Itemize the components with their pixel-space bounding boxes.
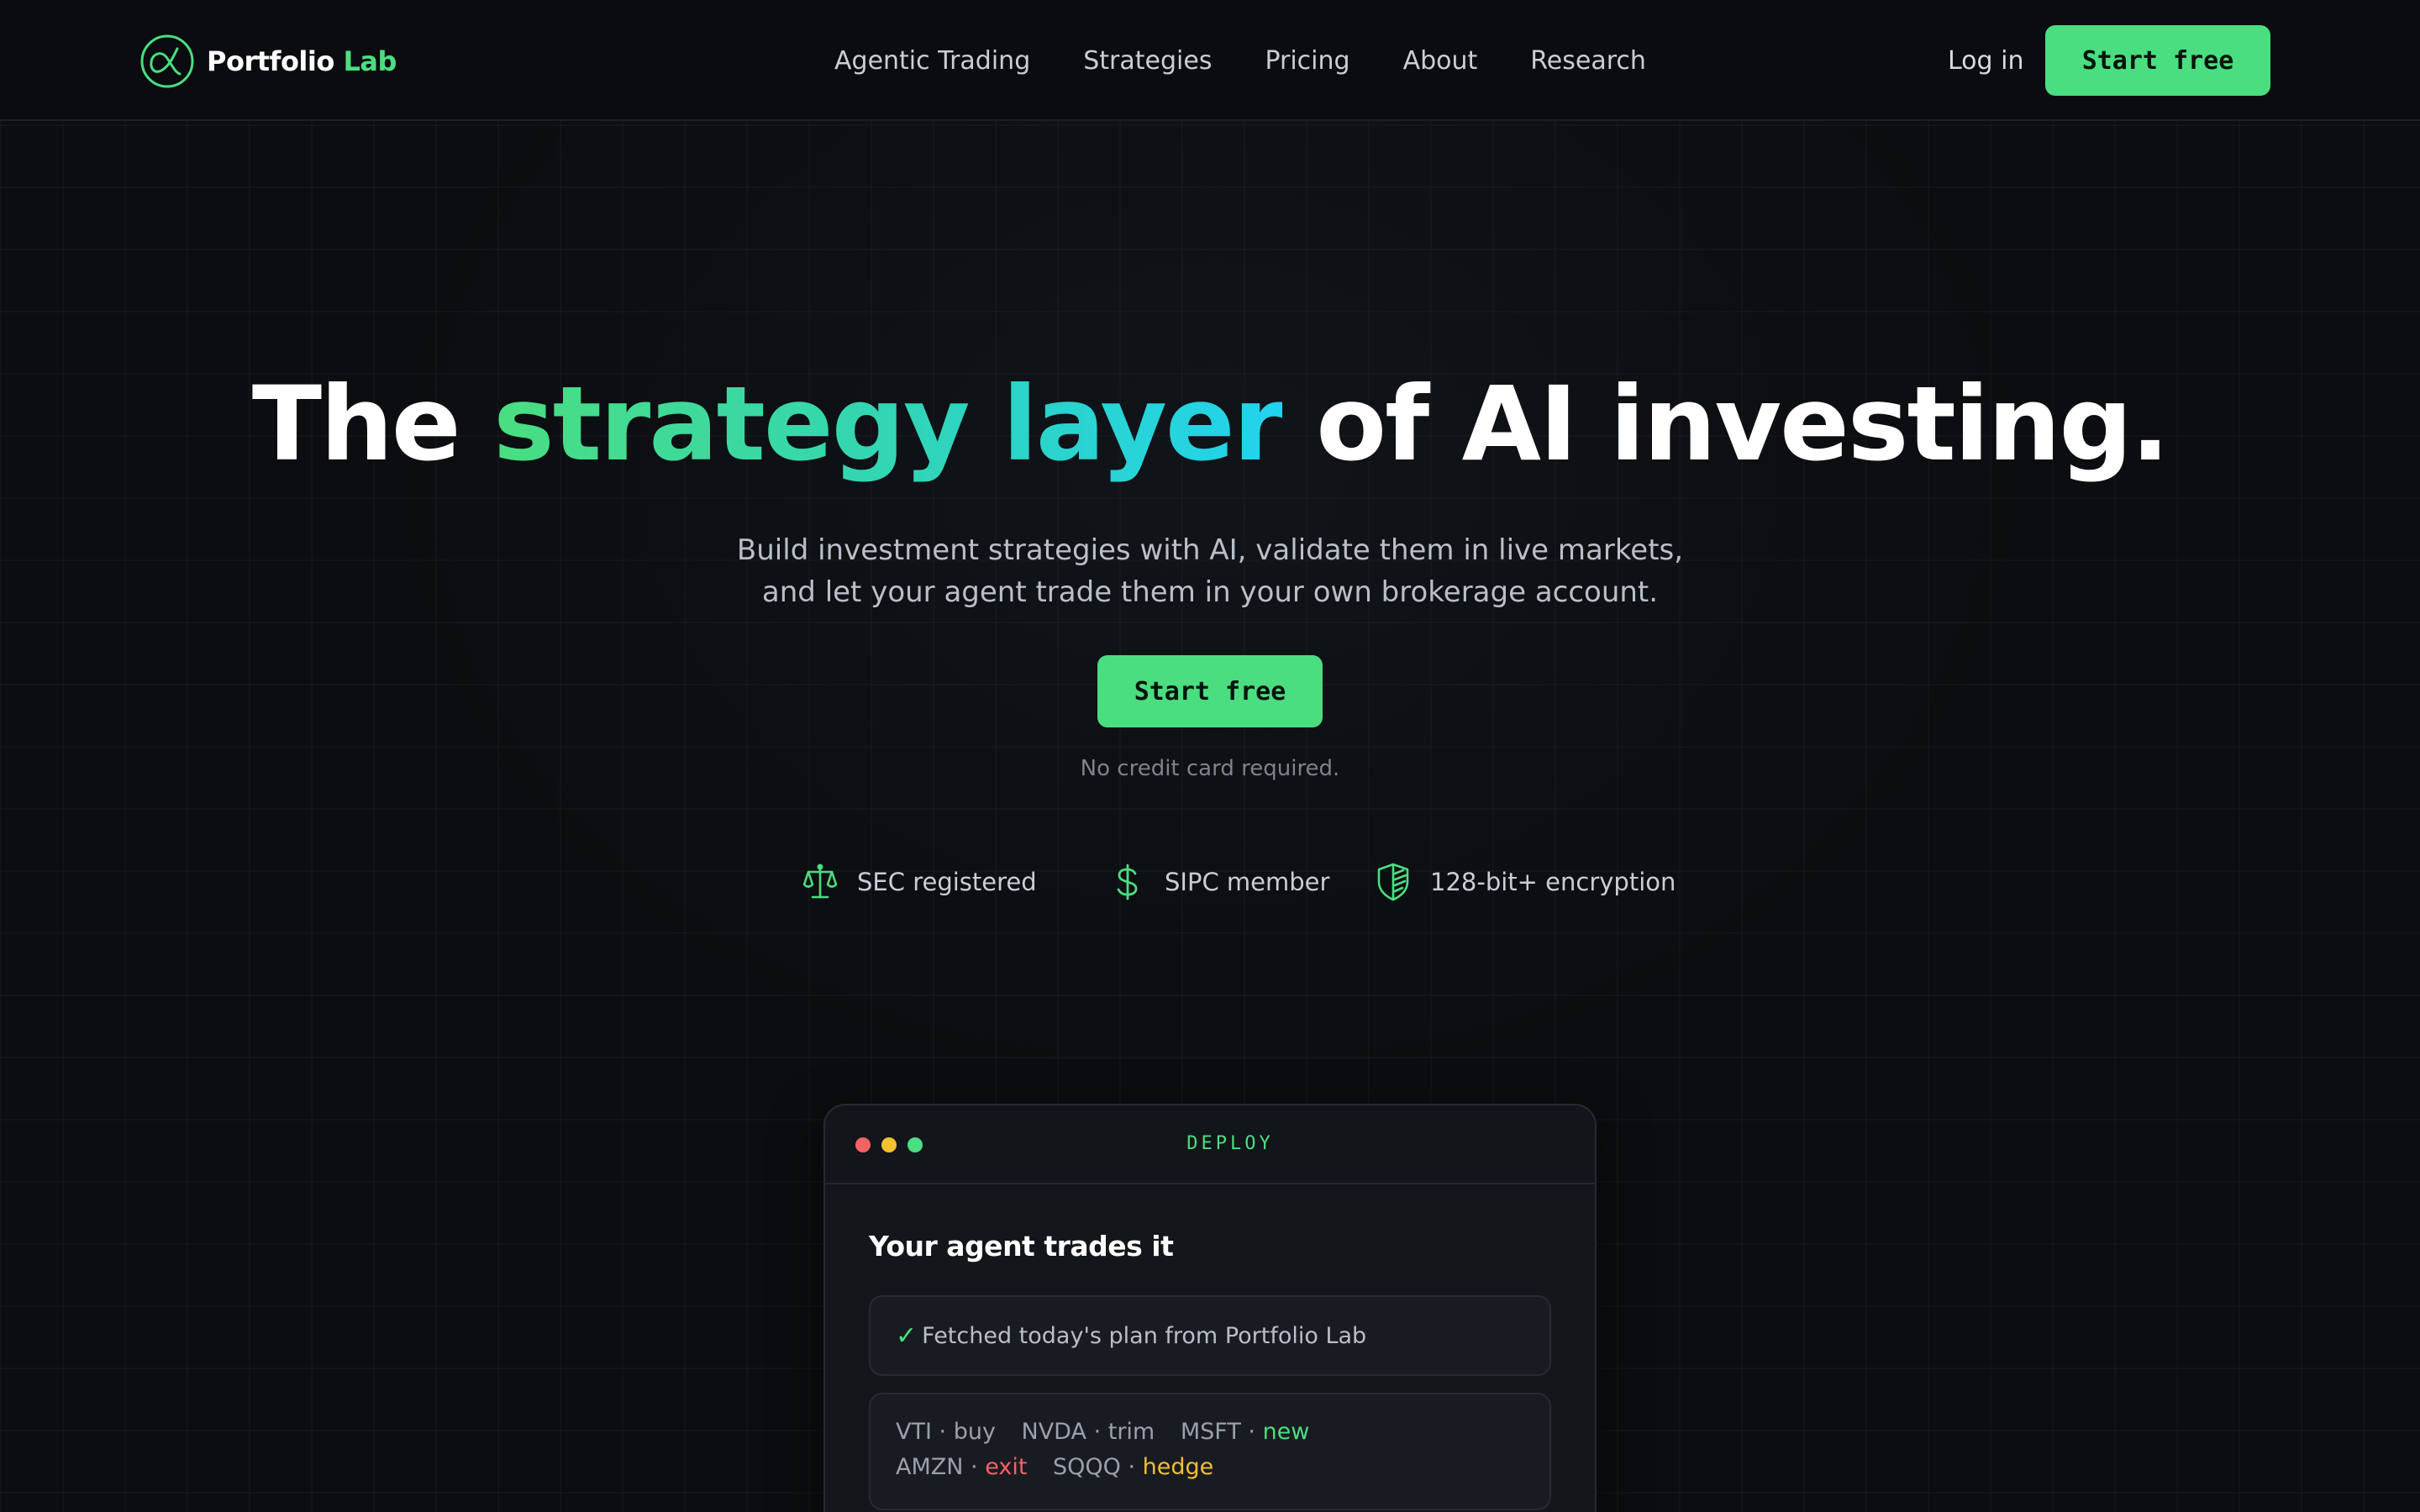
trust-badges: SEC registered SIPC member 128-bit+ encr… (0, 857, 2420, 907)
brand-name: Portfolio Lab (207, 45, 397, 77)
badge-encryption: 128-bit+ encryption (1375, 857, 1676, 907)
status-text: Fetched today's plan from Portfolio Lab (922, 1322, 1367, 1349)
login-link[interactable]: Log in (1948, 0, 2023, 121)
nav-link-pricing[interactable]: Pricing (1265, 46, 1349, 76)
status-row: ✓ Fetched today's plan from Portfolio La… (869, 1295, 1551, 1376)
hero-start-free-button[interactable]: Start free (1097, 655, 1323, 727)
brand-logo[interactable]: Portfolio Lab (139, 34, 397, 89)
hero-title-suffix: of AI investing. (1281, 365, 2170, 484)
nav-link-agentic-trading[interactable]: Agentic Trading (834, 46, 1030, 76)
deploy-card-title: Your agent trades it (869, 1230, 1174, 1263)
badge-sipc-label: SIPC member (1165, 868, 1330, 896)
check-icon: ✓ (896, 1320, 918, 1351)
hero-subtitle: Build investment strategies with AI, val… (0, 529, 2420, 613)
trade-action: exit (985, 1454, 1028, 1480)
trade-item: SQQQ · hedge (1053, 1454, 1214, 1480)
hero-subtitle-line-2: and let your agent trade them in your ow… (761, 575, 1659, 609)
alpha-logo-icon (140, 34, 194, 88)
top-nav: Portfolio Lab Agentic Trading Strategies… (0, 0, 2420, 121)
trade-action: new (1262, 1419, 1310, 1445)
badge-encryption-label: 128-bit+ encryption (1430, 868, 1676, 896)
badge-sec-label: SEC registered (857, 868, 1037, 896)
deploy-card-tag: DEPLOY (1186, 1133, 1274, 1154)
trades-line-2: AMZN · exit SQQQ · hedge (896, 1450, 1524, 1485)
trade-item: AMZN · exit (896, 1454, 1028, 1480)
brand-accent: Lab (343, 45, 397, 77)
trade-action: hedge (1142, 1454, 1214, 1480)
trades-row: VTI · buy NVDA · trim MSFT · new AMZN · … (869, 1393, 1551, 1510)
hero-subtitle-line-1: Build investment strategies with AI, val… (736, 533, 1684, 567)
nav-link-research[interactable]: Research (1530, 46, 1646, 76)
trades-line-1: VTI · buy NVDA · trim MSFT · new (896, 1415, 1524, 1450)
landing-page: Portfolio Lab Agentic Trading Strategies… (0, 0, 2420, 1512)
nav-start-free-button[interactable]: Start free (2045, 25, 2270, 96)
nav-link-about[interactable]: About (1403, 46, 1478, 76)
trade-item: VTI · buy (896, 1419, 996, 1445)
deploy-card: DEPLOY Your agent trades it ✓ Fetched to… (823, 1104, 1597, 1512)
scale-icon (802, 864, 838, 899)
no-credit-card-note: No credit card required. (1080, 756, 1340, 781)
badge-sec-registered: SEC registered (802, 857, 1037, 907)
trade-action: trim (1107, 1419, 1155, 1445)
badge-sipc-member: SIPC member (1109, 857, 1329, 907)
hero-title-highlight: strategy layer (493, 365, 1284, 484)
nav-link-strategies[interactable]: Strategies (1083, 46, 1212, 76)
deploy-card-header: DEPLOY (825, 1105, 1595, 1184)
trade-action: buy (953, 1419, 996, 1445)
shield-icon (1377, 863, 1409, 901)
trade-item: NVDA · trim (1021, 1419, 1155, 1445)
nav-links: Agentic Trading Strategies Pricing About… (834, 0, 1646, 121)
hero-title-prefix: The (251, 365, 494, 484)
hero-title: The strategy layer of AI investing. (0, 361, 2420, 487)
trade-item: MSFT · new (1180, 1419, 1310, 1445)
dollar-icon (1117, 864, 1138, 900)
